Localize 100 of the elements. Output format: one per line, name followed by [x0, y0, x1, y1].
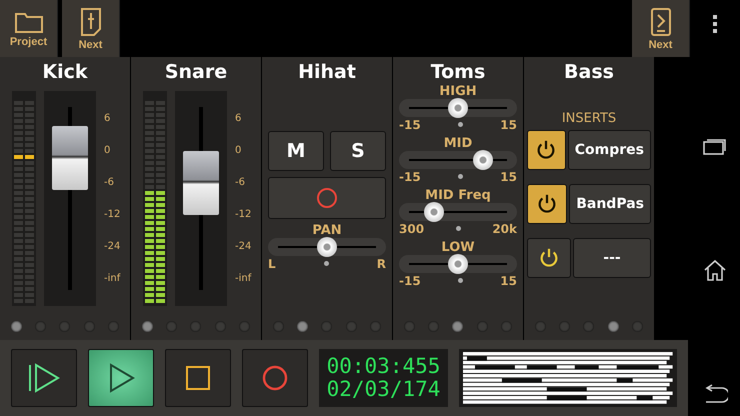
range-min-label: -15 — [399, 170, 421, 184]
page-dot[interactable] — [534, 320, 546, 332]
recent-apps-icon[interactable] — [703, 137, 727, 156]
slider-track[interactable] — [399, 203, 517, 221]
time-readout: 00:03:455 — [326, 355, 440, 378]
page-dot[interactable] — [321, 320, 332, 332]
page-dot[interactable] — [214, 320, 226, 332]
slider-label: LOW — [440, 240, 476, 255]
page-dot[interactable] — [239, 320, 250, 332]
center-dot-icon — [458, 122, 463, 127]
solo-button[interactable]: S — [330, 131, 386, 171]
page-dot[interactable] — [370, 320, 382, 332]
page-dot[interactable] — [108, 320, 120, 332]
toolbar-button[interactable]: Project — [0, 0, 58, 57]
range-max-label: 15 — [500, 274, 517, 288]
power-button[interactable] — [527, 130, 566, 170]
scale-label: -24 — [235, 241, 252, 252]
slider-track[interactable] — [399, 255, 517, 273]
slider-track[interactable] — [399, 99, 517, 117]
fader-track[interactable] — [44, 91, 96, 306]
slider-label: PAN — [311, 223, 343, 238]
page-dot[interactable] — [476, 320, 488, 332]
page-dot[interactable] — [346, 320, 357, 332]
slider-thumb[interactable] — [424, 202, 444, 222]
channel-name: Kick — [41, 60, 89, 85]
slider-track[interactable] — [399, 151, 517, 169]
page-dot[interactable] — [501, 320, 512, 332]
channel-name: Hihat — [297, 60, 357, 85]
page-dot[interactable] — [166, 320, 178, 332]
slider-thumb[interactable] — [448, 98, 468, 118]
page-dot[interactable] — [59, 320, 70, 332]
channel-name: Bass — [563, 60, 615, 85]
scale-label: -6 — [104, 177, 115, 188]
range-max-label: 15 — [500, 170, 517, 184]
range-min-label: 300 — [399, 222, 424, 236]
transport-button[interactable] — [164, 349, 231, 407]
insert-slot-button[interactable]: BandPas — [569, 184, 651, 224]
slider-thumb[interactable] — [317, 237, 337, 257]
power-button[interactable] — [527, 238, 571, 278]
record-arm-button[interactable] — [268, 177, 386, 219]
fader-track[interactable] — [175, 91, 227, 306]
transport-button[interactable] — [11, 349, 77, 407]
transport-button[interactable] — [88, 349, 154, 407]
range-max-label: 20k — [492, 222, 517, 236]
page-dot[interactable] — [559, 320, 570, 332]
scale-label: -12 — [235, 209, 252, 220]
page-dot[interactable] — [428, 320, 440, 332]
page-dot[interactable] — [10, 320, 22, 332]
channel-name: Toms — [430, 60, 486, 85]
power-button[interactable] — [527, 184, 568, 224]
menu-icon[interactable] — [712, 14, 718, 34]
slider-label: MID — [442, 136, 474, 151]
arrow-right-icon — [650, 6, 672, 36]
page-dot[interactable] — [608, 320, 619, 332]
page-dot[interactable] — [35, 320, 46, 332]
scale-label: 6 — [104, 113, 112, 124]
home-icon[interactable] — [703, 258, 727, 281]
fader-handle[interactable] — [52, 126, 88, 190]
page-dot[interactable] — [272, 320, 284, 332]
slider-label: HIGH — [438, 84, 478, 99]
insert-slot-button[interactable]: Compres — [568, 130, 651, 170]
scale-label: -12 — [104, 209, 120, 220]
toolbar-button[interactable]: Next — [62, 0, 120, 57]
scale-label: -24 — [104, 241, 120, 252]
center-dot-icon — [458, 278, 463, 283]
power-icon — [536, 193, 558, 215]
power-icon — [538, 247, 560, 269]
page-dot[interactable] — [297, 320, 308, 332]
page-dot[interactable] — [452, 320, 464, 332]
fader-handle[interactable] — [183, 151, 219, 216]
toolbar-button[interactable]: Next — [632, 0, 690, 57]
page-dot[interactable] — [190, 320, 202, 332]
slider-label: MID Freq — [424, 188, 492, 203]
scale-label: 6 — [235, 113, 242, 124]
transport-button[interactable] — [242, 349, 308, 407]
range-min-label: L — [268, 256, 276, 270]
page-dot[interactable] — [142, 320, 153, 332]
page-dot[interactable] — [84, 320, 95, 332]
scale-label: 0 — [235, 145, 242, 156]
center-dot-icon — [458, 174, 463, 179]
insert-slot-button[interactable]: --- — [573, 238, 651, 278]
slider-thumb[interactable] — [473, 150, 494, 170]
position-readout: 02/03/174 — [326, 378, 440, 401]
range-min-label: -15 — [399, 118, 421, 132]
page-dot[interactable] — [583, 320, 594, 332]
slider-thumb[interactable] — [448, 254, 468, 274]
stop-icon — [184, 365, 211, 391]
page-dot[interactable] — [404, 320, 415, 332]
record-icon — [260, 364, 289, 392]
slider-track[interactable] — [268, 238, 386, 256]
center-dot-icon — [456, 226, 461, 231]
scale-label: 0 — [104, 145, 112, 156]
scale-label: -inf — [104, 273, 120, 284]
mute-button[interactable]: M — [268, 131, 324, 171]
range-max-label: R — [376, 256, 386, 270]
circle-icon — [316, 187, 338, 209]
scale-label: -inf — [235, 273, 252, 284]
scale-label: -6 — [235, 177, 246, 188]
range-max-label: 15 — [500, 118, 517, 132]
page-dot[interactable] — [632, 320, 644, 332]
